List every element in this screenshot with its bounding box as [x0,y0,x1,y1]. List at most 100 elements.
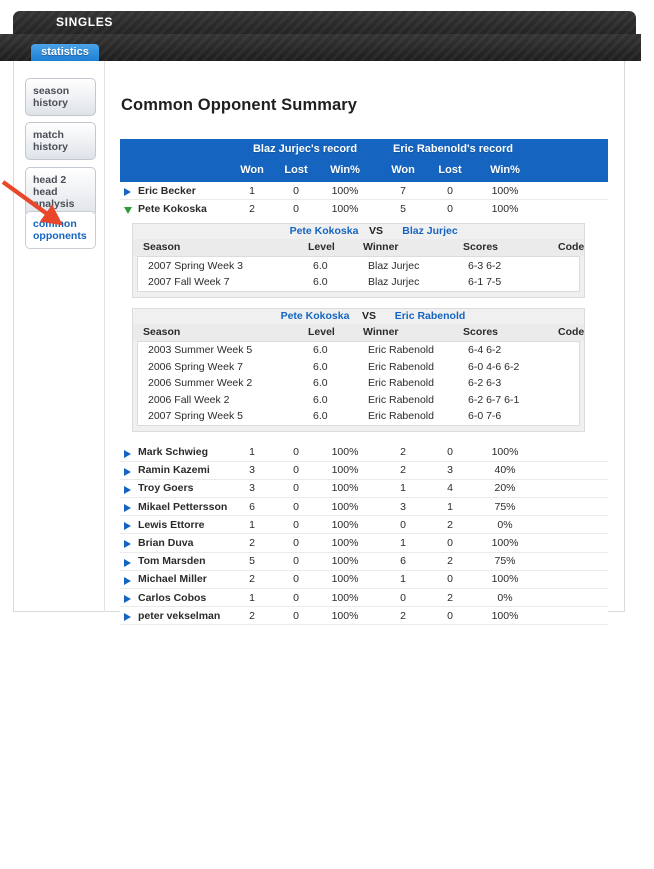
sidebar-item-head-2-head-analysis[interactable]: head 2 head analysis [25,167,96,217]
cell-winpct-a: 100% [331,500,359,513]
match-level: 6.0 [313,276,328,289]
table-row[interactable]: Tom Marsden 5 0 100% 6 2 75% [120,552,608,571]
cell-lost-b: 0 [447,609,453,622]
table-row[interactable]: peter vekselman 2 0 100% 2 0 100% [120,607,608,626]
detail-player-b[interactable]: Eric Rabenold [395,310,466,322]
match-row: 2003 Summer Week 5 6.0 Eric Rabenold 6-4… [138,342,579,359]
match-season: 2006 Fall Week 2 [148,393,230,406]
expand-triangle-icon[interactable] [124,558,131,567]
cell-winpct-b: 100% [491,184,519,197]
match-winner: Blaz Jurjec [368,259,420,272]
expand-triangle-icon[interactable] [124,522,131,531]
cell-lost-a: 0 [293,518,299,531]
table-row[interactable]: Lewis Ettorre 1 0 100% 0 2 0% [120,516,608,535]
column-header-lost-b: Lost [438,164,462,176]
table-header-groups: Blaz Jurjec's record Eric Rabenold's rec… [120,139,608,161]
expand-triangle-icon[interactable] [124,467,131,476]
detail-column-scores: Scores [463,325,499,338]
match-detail-header: Season Level Winner Scores Code [133,239,584,257]
cell-winpct-a: 100% [331,555,359,568]
expand-triangle-icon[interactable] [124,188,131,196]
expand-triangle-icon[interactable] [124,540,131,549]
table-row[interactable]: Troy Goers 3 0 100% 1 4 20% [120,479,608,499]
sidebar-item-label-line2: history [33,97,69,109]
cell-winpct-b: 20% [494,482,516,495]
cell-won-b: 1 [400,482,406,495]
main-content: Common Opponent Summary Blaz Jurjec's re… [105,61,625,626]
detail-player-b[interactable]: Blaz Jurjec [402,225,457,237]
table-row[interactable]: Eric Becker 1 0 100% 7 0 100% [120,182,608,201]
sidebar-item-season-history[interactable]: season history [25,78,96,116]
cell-winpct-a: 100% [331,446,359,459]
match-detail-header: Season Level Winner Scores Code [133,323,584,341]
cell-winpct-a: 100% [331,518,359,531]
cell-won-a: 6 [249,500,255,513]
match-detail-body: 2007 Spring Week 3 6.0 Blaz Jurjec 6-3 6… [137,256,580,292]
collapse-triangle-icon[interactable] [124,207,132,215]
match-detail-body: 2003 Summer Week 5 6.0 Eric Rabenold 6-4… [137,340,580,426]
subtab-statistics[interactable]: statistics [31,44,99,61]
cell-lost-a: 0 [293,464,299,477]
match-row: 2007 Spring Week 3 6.0 Blaz Jurjec 6-3 6… [138,257,579,274]
match-season: 2007 Fall Week 7 [148,276,230,289]
cell-lost-a: 0 [293,591,299,604]
cell-lost-b: 1 [447,500,453,513]
cell-lost-b: 0 [447,202,453,215]
match-row: 2006 Summer Week 2 6.0 Eric Rabenold 6-2… [138,375,579,392]
match-scores: 6-0 7-6 [468,410,502,423]
detail-column-season: Season [143,325,181,338]
cell-winpct-b: 0% [497,591,513,604]
cell-winpct-a: 100% [331,202,359,215]
table-row[interactable]: Michael Miller 2 0 100% 1 0 100% [120,570,608,590]
cell-lost-a: 0 [293,536,299,549]
cell-lost-b: 0 [447,446,453,459]
sidebar-item-match-history[interactable]: match history [25,122,96,160]
match-level: 6.0 [313,360,328,373]
detail-vs-label: VS [361,309,377,322]
detail-column-level: Level [308,325,335,338]
detail-column-winner: Winner [363,325,399,338]
expand-triangle-icon[interactable] [124,504,131,513]
sidebar-item-label-line1: season [33,85,70,97]
table-row[interactable]: Mark Schwieg 1 0 100% 2 0 100% [120,443,608,462]
cell-lost-b: 0 [447,536,453,549]
table-row[interactable]: Ramin Kazemi 3 0 100% 2 3 40% [120,461,608,480]
opponent-name: Pete Kokoska [138,202,207,215]
opponent-name: Ramin Kazemi [138,464,210,477]
expand-triangle-icon[interactable] [124,613,131,622]
table-row[interactable]: Carlos Cobos 1 0 100% 0 2 0% [120,589,608,608]
cell-lost-a: 0 [293,573,299,586]
match-season: 2006 Spring Week 7 [148,360,243,373]
table-row[interactable]: Pete Kokoska 2 0 100% 5 0 100% [120,200,608,218]
sidebar: season history match history head 2 head… [13,61,105,612]
match-scores: 6-2 6-7 6-1 [468,393,520,406]
table-row[interactable]: Mikael Pettersson 6 0 100% 3 1 75% [120,498,608,517]
match-season: 2006 Summer Week 2 [148,377,253,390]
cell-won-b: 7 [400,184,406,197]
cell-won-b: 2 [400,446,406,459]
cell-lost-b: 2 [447,518,453,531]
cell-winpct-b: 0% [497,518,513,531]
expand-triangle-icon[interactable] [124,449,131,458]
expand-triangle-icon[interactable] [124,595,131,604]
opponent-name: Michael Miller [138,573,207,586]
cell-winpct-a: 100% [331,536,359,549]
tab-singles[interactable]: SINGLES [13,11,156,34]
match-winner: Eric Rabenold [368,377,434,390]
opponent-name: Troy Goers [138,482,194,495]
sidebar-item-common-opponents[interactable]: common opponents [25,211,96,249]
match-row: 2006 Spring Week 7 6.0 Eric Rabenold 6-0… [138,358,579,375]
match-detail-table: Pete Kokoska VS Eric Rabenold Season Lev… [132,307,585,432]
sidebar-item-label-line2: analysis [33,198,75,210]
table-row[interactable]: Brian Duva 2 0 100% 1 0 100% [120,534,608,553]
expand-triangle-icon[interactable] [124,576,131,585]
cell-won-b: 1 [400,573,406,586]
detail-player-a[interactable]: Pete Kokoska [290,225,359,237]
table-header: Blaz Jurjec's record Eric Rabenold's rec… [120,139,608,182]
match-detail-title: Pete Kokoska VS Blaz Jurjec [133,224,584,239]
match-winner: Eric Rabenold [368,410,434,423]
expand-triangle-icon[interactable] [124,485,131,494]
sidebar-item-label-line2: history [33,141,69,153]
cell-lost-a: 0 [293,202,299,215]
detail-player-a[interactable]: Pete Kokoska [281,310,350,322]
